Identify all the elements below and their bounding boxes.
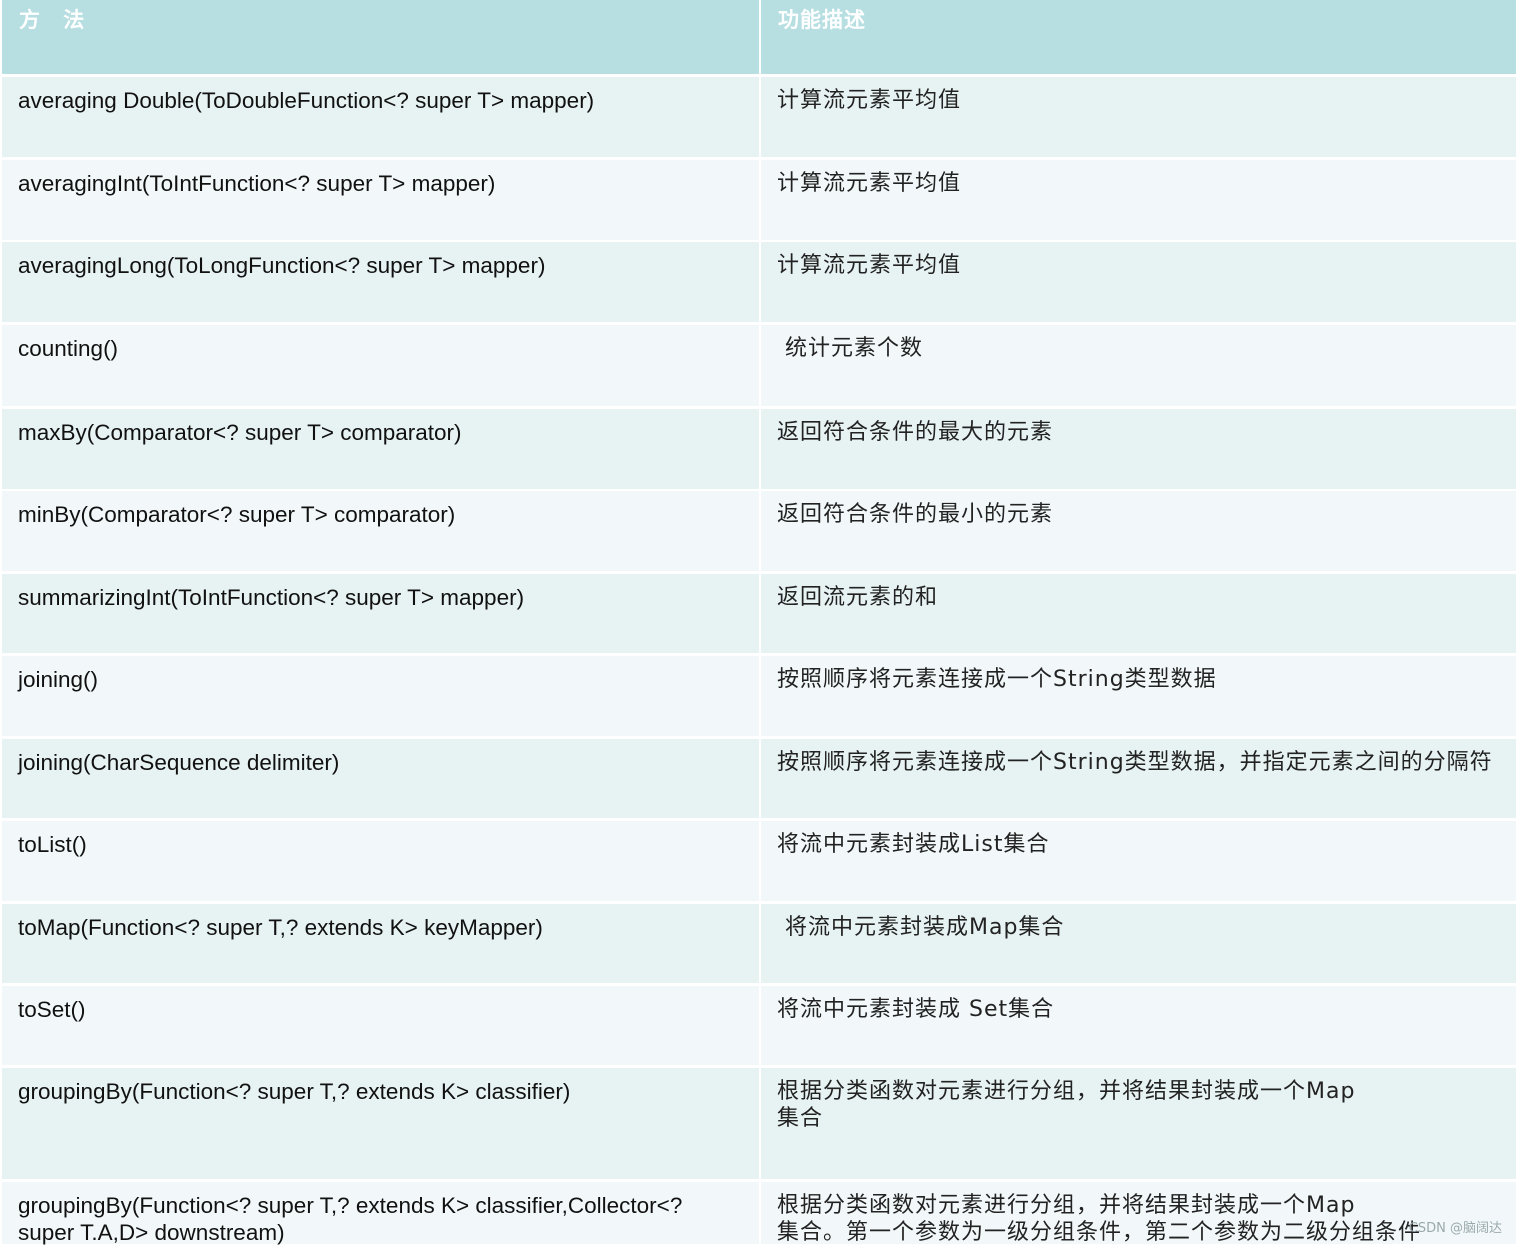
column-divider — [759, 325, 761, 406]
column-divider — [759, 739, 761, 818]
method-cell: toList() — [18, 832, 87, 857]
column-divider — [759, 656, 761, 736]
column-divider — [759, 1068, 761, 1179]
description-cell: 返回流元素的和 — [777, 585, 939, 610]
table-row: joining() 按照顺序将元素连接成一个String类型数据 — [2, 656, 1516, 736]
method-cell: toMap(Function<? super T,? extends K> ke… — [18, 915, 543, 940]
description-cell: 将流中元素封装成List集合 — [777, 832, 1050, 857]
method-cell: averagingLong(ToLongFunction<? super T> … — [18, 253, 546, 278]
description-cell: 返回符合条件的最大的元素 — [777, 420, 1054, 445]
description-cell: 计算流元素平均值 — [777, 253, 962, 278]
method-cell: joining(CharSequence delimiter) — [18, 750, 340, 775]
method-cell: counting() — [18, 336, 119, 361]
description-cell: 将流中元素封装成Map集合 — [777, 915, 1065, 940]
table-row: toSet() 将流中元素封装成 Set集合 — [2, 986, 1516, 1065]
column-divider — [759, 1182, 761, 1244]
table-row: toList() 将流中元素封装成List集合 — [2, 821, 1516, 901]
description-cell: 根据分类函数对元素进行分组，并将结果封装成一个Map 集合 — [777, 1079, 1356, 1131]
column-divider — [759, 986, 761, 1065]
column-divider — [759, 160, 761, 240]
description-cell: 统计元素个数 — [777, 336, 923, 361]
method-cell: groupingBy(Function<? super T,? extends … — [18, 1193, 683, 1245]
description-cell: 返回符合条件的最小的元素 — [777, 502, 1054, 527]
header-description: 功能描述 — [778, 8, 866, 32]
table-row: counting() 统计元素个数 — [2, 325, 1516, 406]
column-divider — [759, 409, 761, 489]
method-cell: toSet() — [18, 997, 86, 1022]
header-method: 方 法 — [19, 8, 93, 32]
watermark: CSDN @脑阔达 — [1408, 1221, 1502, 1236]
method-cell: summarizingInt(ToIntFunction<? super T> … — [18, 585, 525, 610]
column-divider — [759, 0, 761, 74]
description-cell: 按照顺序将元素连接成一个String类型数据 — [777, 667, 1217, 692]
method-cell: groupingBy(Function<? super T,? extends … — [18, 1079, 571, 1104]
table-row: toMap(Function<? super T,? extends K> ke… — [2, 904, 1516, 983]
column-divider — [759, 77, 761, 157]
column-divider — [759, 821, 761, 901]
table-row: averaging Double(ToDoubleFunction<? supe… — [2, 77, 1516, 157]
table-header: 方 法 功能描述 — [2, 0, 1516, 74]
method-cell: averagingInt(ToIntFunction<? super T> ma… — [18, 171, 496, 196]
description-cell: 计算流元素平均值 — [777, 88, 962, 113]
column-divider — [759, 904, 761, 983]
table-row: groupingBy(Function<? super T,? extends … — [2, 1068, 1516, 1179]
method-cell: maxBy(Comparator<? super T> comparator) — [18, 420, 462, 445]
column-divider — [759, 574, 761, 653]
method-cell: joining() — [18, 667, 99, 692]
description-cell: 将流中元素封装成 Set集合 — [777, 997, 1055, 1022]
table-row: minBy(Comparator<? super T> comparator) 返… — [2, 491, 1516, 571]
table-row: maxBy(Comparator<? super T> comparator) 返… — [2, 409, 1516, 489]
description-cell: 计算流元素平均值 — [777, 171, 962, 196]
method-cell: minBy(Comparator<? super T> comparator) — [18, 502, 456, 527]
description-cell: 按照顺序将元素连接成一个String类型数据，并指定元素之间的分隔符 — [777, 750, 1493, 775]
table-row: averagingLong(ToLongFunction<? super T> … — [2, 242, 1516, 322]
table-row: summarizingInt(ToIntFunction<? super T> … — [2, 574, 1516, 653]
description-cell: 根据分类函数对元素进行分组，并将结果封装成一个Map 集合。第一个参数为一级分组… — [777, 1193, 1422, 1245]
column-divider — [759, 242, 761, 322]
table-row: joining(CharSequence delimiter) 按照顺序将元素连接… — [2, 739, 1516, 818]
method-cell: averaging Double(ToDoubleFunction<? supe… — [18, 88, 595, 113]
table-row: averagingInt(ToIntFunction<? super T> ma… — [2, 160, 1516, 240]
collectors-methods-table: 方 法 功能描述 averaging Double(ToDoubleFuncti… — [2, 0, 1516, 1245]
column-divider — [759, 491, 761, 571]
table-row: groupingBy(Function<? super T,? extends … — [2, 1182, 1516, 1245]
